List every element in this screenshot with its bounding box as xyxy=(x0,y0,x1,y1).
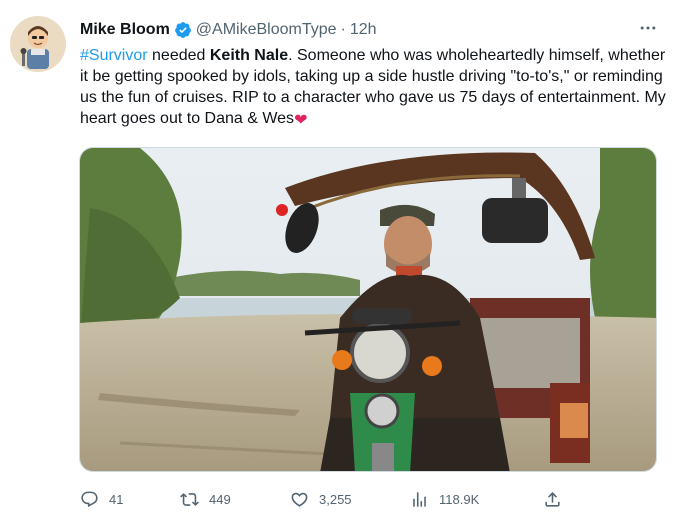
share-button[interactable] xyxy=(543,486,572,512)
views-button[interactable]: 118.9K xyxy=(410,486,479,512)
tweet-header: Mike Bloom @AMikeBloomType · 12h xyxy=(80,19,377,41)
retweet-icon xyxy=(180,492,199,506)
avatar[interactable] xyxy=(10,16,66,72)
tweet-actions: 41 449 3,255 118.9K xyxy=(80,486,580,512)
reply-icon xyxy=(81,491,98,507)
red-heart-emoji: ❤ xyxy=(294,112,308,129)
reply-count: 41 xyxy=(109,491,124,507)
tweet-text-segment: needed xyxy=(147,47,210,64)
author-handle[interactable]: @AMikeBloomType xyxy=(196,21,337,39)
timestamp[interactable]: 12h xyxy=(350,21,377,39)
retweet-button[interactable]: 449 xyxy=(180,486,231,512)
retweet-count: 449 xyxy=(209,491,231,507)
like-button[interactable]: 3,255 xyxy=(290,486,352,512)
tweet-text-bold: Keith Nale xyxy=(209,47,289,64)
views-icon xyxy=(413,491,426,507)
like-icon xyxy=(291,492,308,507)
separator-dot: · xyxy=(340,21,346,38)
tweet-media-image[interactable] xyxy=(79,147,657,472)
author-name[interactable]: Mike Bloom xyxy=(80,21,170,39)
tweet-card[interactable]: Mike Bloom @AMikeBloomType · 12h #Surviv… xyxy=(0,0,700,516)
tweet-text: #Survivor needed Keith Nale. Someone who… xyxy=(80,45,666,131)
hashtag-link[interactable]: #Survivor xyxy=(80,47,148,64)
verified-badge-icon xyxy=(174,21,192,39)
like-count: 3,255 xyxy=(319,491,352,507)
views-count: 118.9K xyxy=(439,491,480,507)
reply-button[interactable]: 41 xyxy=(80,486,123,512)
more-options-icon[interactable] xyxy=(634,16,662,40)
share-icon xyxy=(545,491,560,507)
